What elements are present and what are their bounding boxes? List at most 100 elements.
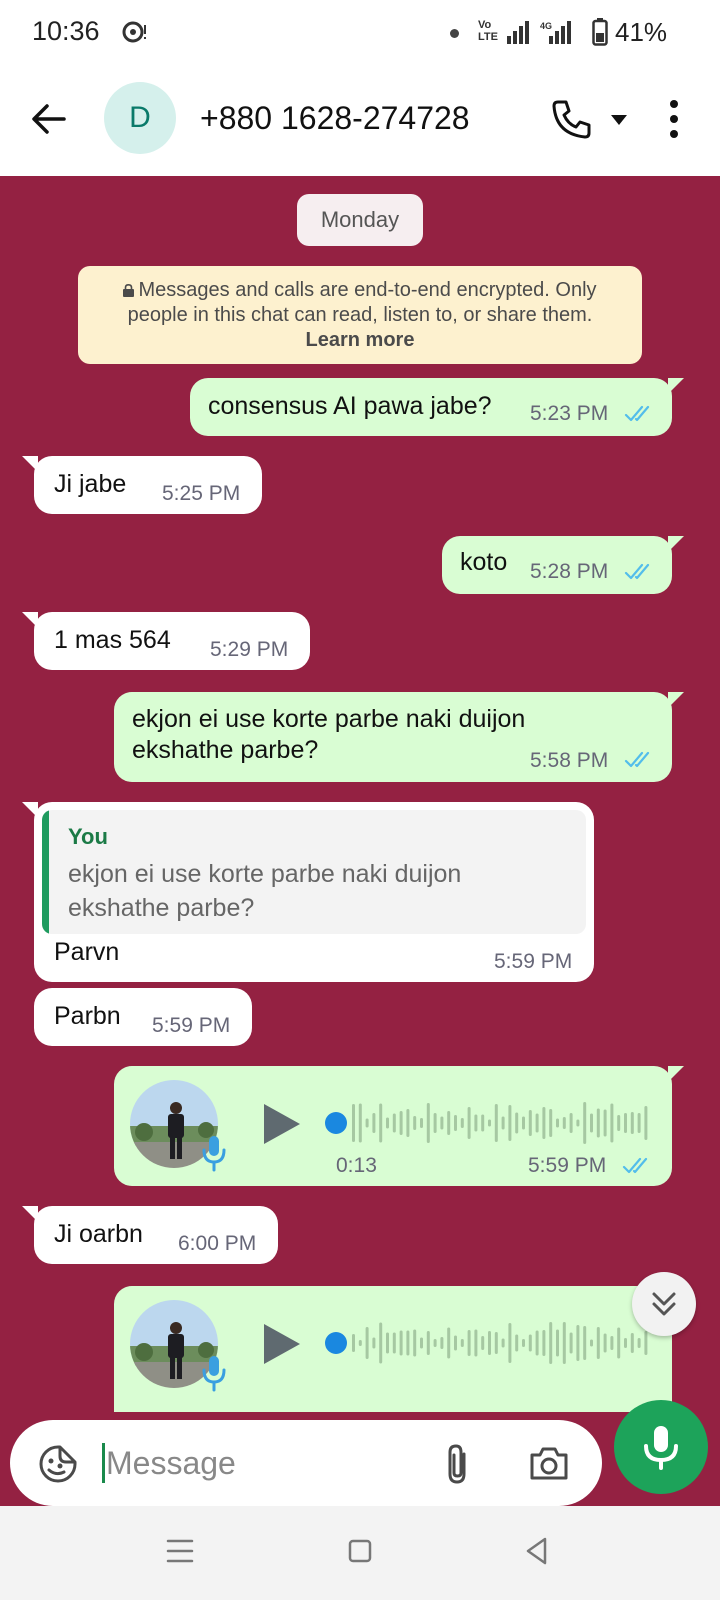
encryption-notice[interactable]: Messages and calls are end-to-end encryp… <box>78 266 642 364</box>
waveform-bar <box>549 1322 553 1364</box>
waveform-bar <box>460 1339 464 1347</box>
waveform-bar <box>426 1331 430 1355</box>
waveform-bar <box>447 1111 451 1135</box>
message-incoming[interactable]: Parbn 5:59 PM <box>34 988 252 1046</box>
play-icon[interactable] <box>258 1322 302 1366</box>
waveform-bar <box>467 1330 471 1356</box>
chat-area[interactable]: Monday Messages and calls are end-to-end… <box>0 176 720 1412</box>
waveform-bar <box>617 1115 621 1131</box>
notification-icon <box>122 21 146 43</box>
waveform-bar <box>481 1336 485 1350</box>
message-outgoing[interactable]: koto 5:28 PM <box>442 536 684 594</box>
waveform-bar <box>549 1109 553 1137</box>
message-time: 5:29 PM <box>210 638 289 661</box>
waveform-bar <box>569 1332 573 1354</box>
waveform-bar <box>624 1113 627 1133</box>
waveform-bar <box>494 1332 498 1354</box>
voice-duration: 0:13 <box>336 1154 377 1177</box>
waveform-bar <box>576 1325 580 1361</box>
waveform-bar <box>624 1338 627 1348</box>
message-text-line-2: ekshathe parbe? <box>132 736 319 764</box>
home-icon[interactable] <box>348 1538 372 1564</box>
more-vert-icon[interactable] <box>664 98 684 140</box>
read-ticks-icon <box>622 1157 648 1174</box>
waveform-bar <box>488 1119 491 1127</box>
waveform-bar <box>352 1334 355 1352</box>
waveform-bar <box>637 1338 641 1348</box>
waveform-bar <box>630 1112 634 1134</box>
waveform-bar <box>508 1323 512 1363</box>
dropdown-icon[interactable] <box>610 114 628 126</box>
waveform-bar <box>474 1114 478 1132</box>
waveform-bar <box>630 1333 634 1353</box>
recents-icon[interactable] <box>166 1538 194 1564</box>
date-chip: Monday <box>297 194 423 246</box>
learn-more-link[interactable]: Learn more <box>78 328 642 353</box>
contact-name[interactable]: +880 1628-274728 <box>200 100 470 137</box>
message-text-line-1: ekjon ei use korte parbe naki duijon <box>132 705 526 733</box>
sticker-icon[interactable] <box>38 1444 78 1484</box>
waveform-bar <box>542 1330 546 1356</box>
chat-header: D +880 1628-274728 <box>0 66 720 176</box>
waveform-bar <box>528 1334 532 1352</box>
message-outgoing[interactable]: consensus AI pawa jabe? 5:23 PM <box>190 378 684 436</box>
message-outgoing[interactable]: ekjon ei use korte parbe naki duijon eks… <box>114 692 684 782</box>
waveform-bar <box>583 1326 587 1360</box>
waveform-bar <box>528 1110 532 1136</box>
waveform-bar <box>569 1113 573 1133</box>
voice-message[interactable] <box>114 1286 684 1412</box>
waveform-bar <box>420 1337 423 1349</box>
waveform-bar <box>406 1109 410 1137</box>
back-nav-icon[interactable] <box>524 1536 548 1566</box>
waveform-bar <box>372 1337 376 1349</box>
message-input[interactable] <box>106 1438 406 1488</box>
waveform-bar <box>433 1339 437 1347</box>
message-incoming-reply[interactable]: You ekjon ei use korte parbe naki duijon… <box>22 802 594 982</box>
waveform-bar <box>522 1116 525 1130</box>
message-incoming[interactable]: Ji jabe 5:25 PM <box>22 456 262 514</box>
battery-icon <box>592 18 608 46</box>
waveform-bar <box>522 1339 525 1347</box>
system-nav-bar <box>0 1506 720 1600</box>
composer-field[interactable] <box>10 1420 602 1506</box>
waveform-bar <box>413 1329 417 1357</box>
waveform-bar <box>399 1111 403 1135</box>
waveform-bar <box>535 1113 539 1133</box>
waveform-bar <box>596 1108 600 1138</box>
waveform-bar <box>542 1107 546 1139</box>
mic-badge-icon <box>202 1356 226 1392</box>
waveform-bar <box>392 1332 396 1354</box>
waveform-bar <box>392 1113 396 1133</box>
waveform-bar <box>386 1117 389 1129</box>
message-time: 6:00 PM <box>178 1232 257 1255</box>
message-text: Parbn <box>54 1002 121 1030</box>
composer-bar <box>0 1412 720 1506</box>
waveform-bar <box>603 1109 607 1137</box>
back-arrow-icon[interactable] <box>26 96 72 142</box>
voice-record-button[interactable] <box>614 1400 708 1494</box>
waveform-bar <box>596 1327 600 1359</box>
waveform-bar <box>590 1339 593 1347</box>
svg-text:4G: 4G <box>540 21 552 31</box>
message-time: 5:58 PM <box>530 749 609 772</box>
waveform-bar <box>440 1116 444 1130</box>
phone-icon[interactable] <box>550 98 592 140</box>
message-text: Ji oarbn <box>54 1220 143 1248</box>
message-incoming[interactable]: Ji oarbn 6:00 PM <box>22 1206 278 1264</box>
read-ticks-icon <box>624 751 650 768</box>
scroll-to-bottom-button[interactable] <box>632 1272 696 1336</box>
waveform-bar <box>644 1106 648 1140</box>
message-time: 5:59 PM <box>494 950 573 973</box>
message-incoming[interactable]: 1 mas 564 5:29 PM <box>22 612 310 670</box>
lock-icon <box>123 284 135 297</box>
attach-icon[interactable] <box>442 1442 474 1486</box>
waveform-bar <box>590 1113 593 1133</box>
voice-message[interactable]: 0:13 5:59 PM <box>114 1066 684 1186</box>
avatar[interactable]: D <box>104 82 176 154</box>
waveform[interactable] <box>322 1098 652 1148</box>
waveform[interactable] <box>322 1318 652 1368</box>
quoted-message[interactable]: You ekjon ei use korte parbe naki duijon… <box>42 810 586 934</box>
play-icon[interactable] <box>258 1102 302 1146</box>
camera-icon[interactable] <box>528 1444 570 1482</box>
message-text: 1 mas 564 <box>54 626 171 654</box>
